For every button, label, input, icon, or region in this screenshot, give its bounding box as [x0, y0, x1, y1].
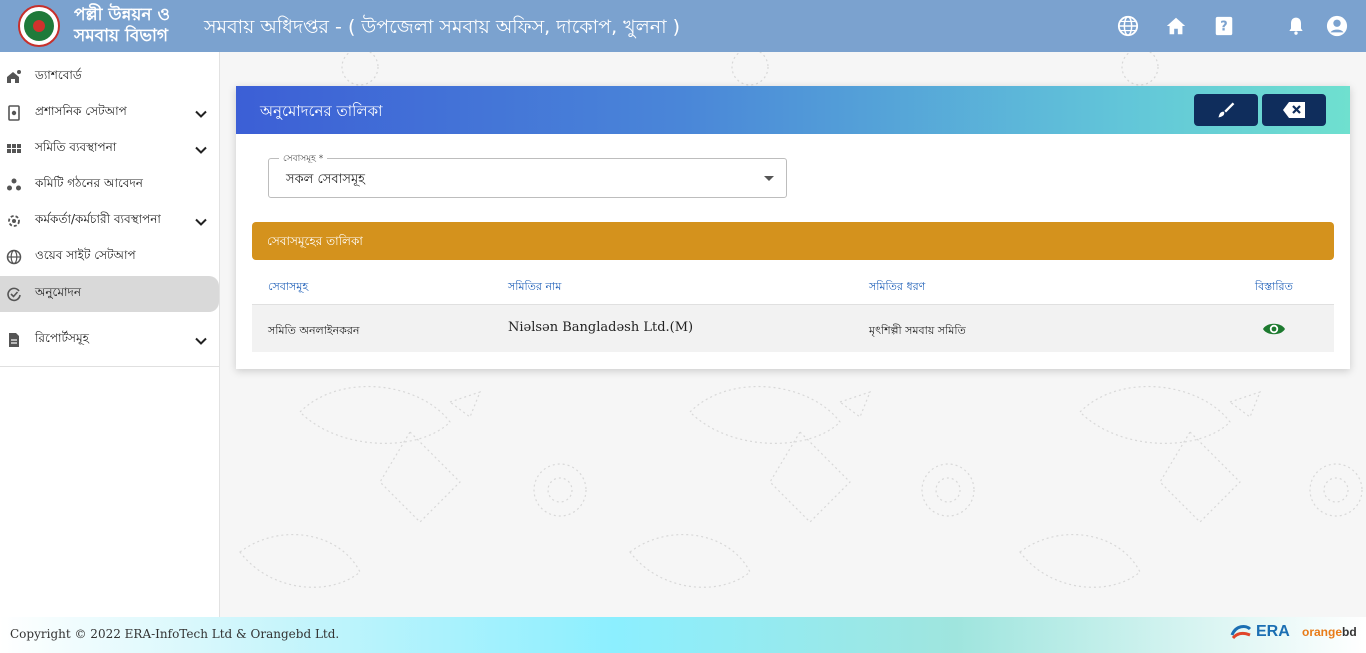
sidebar-item-society-management[interactable]: সমিতি ব্যবস্থাপনা: [0, 131, 219, 167]
sidebar-item-label: অনুমোদন: [35, 285, 81, 299]
approval-list-card: অনুমোদনের তালিকা সেবাসমূহ * সকল সেবাসমূহ…: [236, 86, 1350, 369]
caret-down-icon: [764, 176, 774, 181]
eye-icon[interactable]: [1262, 319, 1286, 339]
grid-icon: [7, 144, 21, 153]
services-select[interactable]: সেবাসমূহ * সকল সেবাসমূহ: [268, 151, 787, 198]
brush-button[interactable]: [1194, 94, 1258, 126]
sidebar-item-label: রিপোর্টসমূহ: [35, 331, 89, 345]
office-title: সমবায় অধিদপ্তর - ( উপজেলা সমবায় অফিস, …: [204, 16, 681, 38]
sidebar-item-label: কর্মকর্তা/কর্মচারী ব্যবস্থাপনা: [35, 212, 161, 226]
top-header: পল্লী উন্নয়ন ও সমবায় বিভাগ সমবায় অধিদ…: [0, 0, 1366, 52]
org-name: পল্লী উন্নয়ন ও সমবায় বিভাগ: [74, 5, 170, 47]
report-icon: [9, 333, 19, 347]
chevron-down-icon: [195, 146, 207, 154]
org-name-line2: সমবায় বিভাগ: [74, 26, 169, 46]
website-icon: [6, 249, 22, 265]
footer: Copyright © 2022 ERA-InfoTech Ltd & Oran…: [0, 617, 1366, 653]
services-list-header: সেবাসমূহের তালিকা: [252, 222, 1334, 260]
sidebar-item-label: কমিটি গঠনের আবেদন: [35, 176, 143, 190]
era-swoosh-icon: [1230, 625, 1252, 640]
services-select-label: সেবাসমূহ *: [279, 151, 328, 166]
cell-society-name: Niəlsən Bangladəsh Ltd.(M): [508, 320, 694, 335]
card-header: অনুমোদনের তালিকা: [236, 86, 1350, 134]
card-title: অনুমোদনের তালিকা: [260, 102, 383, 120]
admin-setup-icon: [8, 105, 20, 121]
sidebar-item-label: ড্যাশবোর্ড: [35, 68, 82, 82]
sidebar-item-website-setup[interactable]: ওয়েব সাইট সেটআপ: [0, 239, 219, 275]
backspace-icon: [1283, 102, 1305, 118]
orangebd-logo: orangebd: [1302, 625, 1357, 639]
cell-society-type: মৃৎশিল্পী সমবায় সমিতি: [869, 324, 966, 337]
orangebd-logo-part1: orange: [1302, 625, 1343, 639]
sidebar-item-dashboard[interactable]: ড্যাশবোর্ড: [0, 59, 219, 95]
government-logo[interactable]: [18, 5, 60, 47]
sidebar: ড্যাশবোর্ড প্রশাসনিক সেটআপ সমিতি ব্যবস্থ…: [0, 52, 220, 617]
copyright-text: Copyright © 2022 ERA-InfoTech Ltd & Oran…: [10, 627, 340, 641]
sidebar-item-staff-management[interactable]: কর্মকর্তা/কর্মচারী ব্যবস্থাপনা: [0, 203, 219, 239]
column-header-details[interactable]: বিস্তারিত: [1255, 278, 1293, 297]
sidebar-item-reports[interactable]: রিপোর্টসমূহ: [0, 322, 219, 358]
era-logo-text: ERA: [1256, 623, 1290, 640]
sidebar-item-approval[interactable]: অনুমোদন: [0, 276, 219, 312]
column-header-service[interactable]: সেবাসমূহ: [268, 278, 308, 297]
sidebar-item-admin-setup[interactable]: প্রশাসনিক সেটআপ: [0, 95, 219, 131]
sidebar-item-committee-application[interactable]: কমিটি গঠনের আবেদন: [0, 167, 219, 203]
table-row[interactable]: সমিতি অনলাইনকরন Niəlsən Bangladəsh Ltd.(…: [252, 304, 1334, 352]
clear-button[interactable]: [1262, 94, 1326, 126]
org-name-line1: পল্লী উন্নয়ন ও: [74, 5, 170, 25]
services-select-value: সকল সেবাসমূহ: [286, 172, 366, 187]
column-header-society-type[interactable]: সমিতির ধরণ: [869, 278, 925, 297]
era-logo: ERA: [1230, 623, 1290, 641]
home-icon[interactable]: [1164, 14, 1188, 38]
sidebar-item-label: প্রশাসনিক সেটআপ: [35, 104, 127, 118]
svg-text:?: ?: [1220, 20, 1227, 35]
help-icon[interactable]: ?: [1212, 14, 1236, 38]
services-list-title: সেবাসমূহের তালিকা: [267, 234, 363, 248]
approval-icon: [7, 287, 21, 302]
user-icon[interactable]: [1325, 14, 1349, 38]
sidebar-item-label: ওয়েব সাইট সেটআপ: [35, 248, 136, 262]
globe-icon[interactable]: [1116, 14, 1140, 38]
committee-icon: [7, 178, 21, 191]
sidebar-item-label: সমিতি ব্যবস্থাপনা: [35, 140, 117, 154]
orangebd-logo-part2: bd: [1342, 625, 1357, 639]
column-header-society-name[interactable]: সমিতির নাম: [508, 278, 561, 297]
staff-icon: [8, 215, 20, 227]
brush-icon: [1218, 102, 1235, 118]
cell-service: সমিতি অনলাইনকরন: [268, 324, 360, 337]
chevron-down-icon: [195, 110, 207, 118]
bell-icon[interactable]: [1284, 14, 1308, 38]
dashboard-icon: [7, 70, 21, 83]
chevron-down-icon: [195, 218, 207, 226]
chevron-down-icon: [195, 337, 207, 345]
sidebar-divider: [0, 366, 219, 367]
